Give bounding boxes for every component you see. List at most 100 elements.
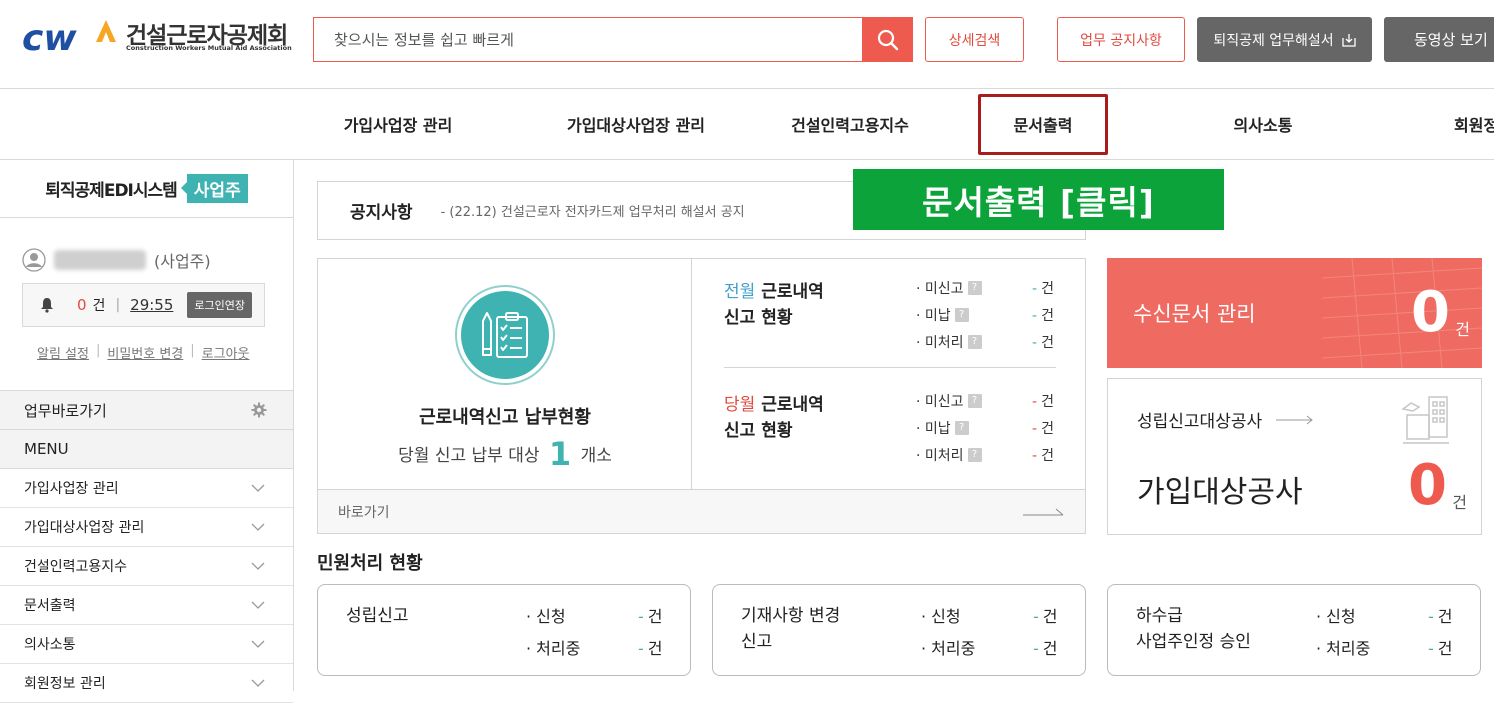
sidebar-item-communication[interactable]: 의사소통 xyxy=(0,625,293,664)
petition-name-line2: 사업주인정 승인 xyxy=(1136,632,1251,652)
header: cw 건설근로자공제회 Construction Workers Mutual … xyxy=(0,0,1494,88)
user-name-blurred xyxy=(54,250,146,270)
nav-highlight-box xyxy=(978,94,1108,155)
search-box xyxy=(313,17,862,62)
sidebar-item-document-print[interactable]: 문서출력 xyxy=(0,586,293,625)
curr-unpaid-row[interactable]: · 미납? -건 xyxy=(916,416,1066,440)
nav-item-employment-index[interactable]: 건설인력고용지수 xyxy=(770,89,930,159)
prev-month-title-rest: 근로내역 xyxy=(755,282,824,302)
extend-login-button[interactable]: 로그인연장 xyxy=(187,292,252,318)
help-icon[interactable]: ? xyxy=(967,335,982,349)
stat-unit: 건 xyxy=(1041,335,1054,351)
curr-unreported-row[interactable]: · 미신고? -건 xyxy=(916,389,1066,413)
petition-row-label: · 신청 xyxy=(526,607,566,626)
notice-item-link[interactable]: - (22.12) 건설근로자 전자카드제 업무처리 해설서 공지 xyxy=(441,201,745,220)
alert-unit: 건 xyxy=(92,298,106,314)
petition-applied-row: · 신청 -건 xyxy=(1316,603,1466,627)
video-button[interactable]: 동영상 보기 xyxy=(1384,17,1494,62)
stat-value: - xyxy=(1032,308,1038,324)
chevron-down-icon xyxy=(251,562,265,570)
sidebar-item-employment-index[interactable]: 건설인력고용지수 xyxy=(0,547,293,586)
stat-value: - xyxy=(1032,281,1038,297)
alert-settings-link[interactable]: 알림 설정 xyxy=(37,343,89,362)
shortcut-link[interactable]: 바로가기 xyxy=(318,489,1085,533)
prev-unreported-row[interactable]: · 미신고? -건 xyxy=(916,276,1066,300)
prev-unprocessed-row[interactable]: · 미처리? -건 xyxy=(916,330,1066,354)
petition-processing-row: · 처리중 -건 xyxy=(526,635,676,659)
petition-row-value: - xyxy=(1033,639,1039,658)
help-icon[interactable]: ? xyxy=(967,448,982,462)
sidebar-item-label: 가입사업장 관리 xyxy=(24,481,119,497)
search-button[interactable] xyxy=(862,17,913,62)
petition-status-title: 민원처리 현황 xyxy=(317,553,423,574)
report-summary[interactable]: 근로내역신고 납부현황 당월 신고 납부 대상 1 개소 xyxy=(318,259,692,489)
petition-row-label: · 신청 xyxy=(921,607,961,626)
chevron-down-icon xyxy=(251,523,265,531)
search-input[interactable] xyxy=(314,18,862,61)
received-docs-unit: 건 xyxy=(1455,320,1470,339)
petition-row-unit: 건 xyxy=(647,639,663,658)
nav-item-member-sites[interactable]: 가입사업장 관리 xyxy=(318,89,478,159)
help-icon[interactable]: ? xyxy=(954,308,969,322)
detail-search-button[interactable]: 상세검색 xyxy=(925,17,1024,62)
gear-icon[interactable] xyxy=(251,402,267,418)
prev-month-title-line2: 신고 현황 xyxy=(724,308,793,328)
help-icon[interactable]: ? xyxy=(967,394,982,408)
change-password-link[interactable]: 비밀번호 변경 xyxy=(107,343,183,362)
divider: | xyxy=(95,343,101,358)
search-icon xyxy=(877,29,898,50)
divider xyxy=(724,367,1056,368)
help-icon[interactable]: ? xyxy=(967,281,982,295)
nav-item-target-sites[interactable]: 가입대상사업장 관리 xyxy=(546,89,726,159)
petition-row-unit: 건 xyxy=(1042,639,1058,658)
logo[interactable]: cw 건설근로자공제회 Construction Workers Mutual … xyxy=(22,12,292,62)
arrow-right-icon xyxy=(1023,508,1064,515)
received-docs-title: 수신문서 관리 xyxy=(1133,302,1256,326)
curr-unprocessed-row[interactable]: · 미처리? -건 xyxy=(916,443,1066,467)
manual-download-button[interactable]: 퇴직공제 업무해설서 xyxy=(1197,17,1372,62)
nav-item-member-info[interactable]: 회원정 xyxy=(1436,89,1494,159)
sidebar: 퇴직공제EDI시스템 사업주 (사업주) 0 건 | 29:55 로그인연장 알… xyxy=(0,160,294,703)
chevron-down-icon xyxy=(251,679,265,687)
sidebar-item-label: 가입대상사업장 관리 xyxy=(24,520,145,536)
petition-card-change[interactable]: 기재사항 변경 신고 · 신청 -건 · 처리중 -건 xyxy=(712,584,1086,676)
sidebar-item-label: 문서출력 xyxy=(24,598,76,614)
help-icon[interactable]: ? xyxy=(954,421,969,435)
sidebar-item-member-info[interactable]: 회원정보 관리 xyxy=(0,664,293,703)
work-notice-button[interactable]: 업무 공지사항 xyxy=(1057,17,1185,62)
stat-label: · 미납 xyxy=(916,308,951,324)
nav-item-communication[interactable]: 의사소통 xyxy=(1200,89,1326,159)
download-icon xyxy=(1342,33,1356,47)
system-title: 퇴직공제EDI시스템 사업주 xyxy=(0,160,293,218)
sidebar-item-target-sites[interactable]: 가입대상사업장 관리 xyxy=(0,508,293,547)
petition-card-establishment[interactable]: 성립신고 · 신청 -건 · 처리중 -건 xyxy=(317,584,691,676)
petition-row-value: - xyxy=(1428,607,1434,626)
svg-text:cw: cw xyxy=(22,18,77,54)
top-nav: 가입사업장 관리 가입대상사업장 관리 건설인력고용지수 문서출력 의사소통 회… xyxy=(0,88,1494,160)
target-projects-small: 성립신고대상공사 xyxy=(1137,407,1314,432)
stat-unit: 건 xyxy=(1041,281,1054,297)
petition-row-label: · 처리중 xyxy=(1316,639,1371,658)
target-projects-card[interactable]: 성립신고대상공사 가입대상공사 0 건 xyxy=(1107,378,1482,535)
petition-card-subcontract[interactable]: 하수급 사업주인정 승인 · 신청 -건 · 처리중 -건 xyxy=(1107,584,1481,676)
logout-link[interactable]: 로그아웃 xyxy=(202,343,250,362)
received-docs-card[interactable]: 수신문서 관리 0 건 xyxy=(1107,258,1482,368)
curr-month-highlight: 당월 xyxy=(724,395,756,415)
user-role: (사업주) xyxy=(154,252,211,271)
prev-unpaid-row[interactable]: · 미납? -건 xyxy=(916,303,1066,327)
sidebar-item-label: 건설인력고용지수 xyxy=(24,559,128,575)
bell-icon[interactable] xyxy=(39,297,55,313)
report-sub-prefix: 당월 신고 납부 대상 xyxy=(398,446,540,466)
target-small-label: 성립신고대상공사 xyxy=(1137,412,1263,432)
report-sub-suffix: 개소 xyxy=(580,446,612,466)
stat-label: · 미신고 xyxy=(916,281,964,297)
sidebar-item-member-sites[interactable]: 가입사업장 관리 xyxy=(0,469,293,508)
quick-links-label: 업무바로가기 xyxy=(24,401,107,420)
petition-processing-row: · 처리중 -건 xyxy=(1316,635,1466,659)
target-projects-count: 0 xyxy=(1408,453,1447,518)
petition-name-line2: 신고 xyxy=(741,632,773,652)
petition-name-line1: 성립신고 xyxy=(346,606,409,626)
stat-label: · 미납 xyxy=(916,421,951,437)
quick-links-bar[interactable]: 업무바로가기 xyxy=(0,390,293,430)
divider: | xyxy=(115,297,121,313)
